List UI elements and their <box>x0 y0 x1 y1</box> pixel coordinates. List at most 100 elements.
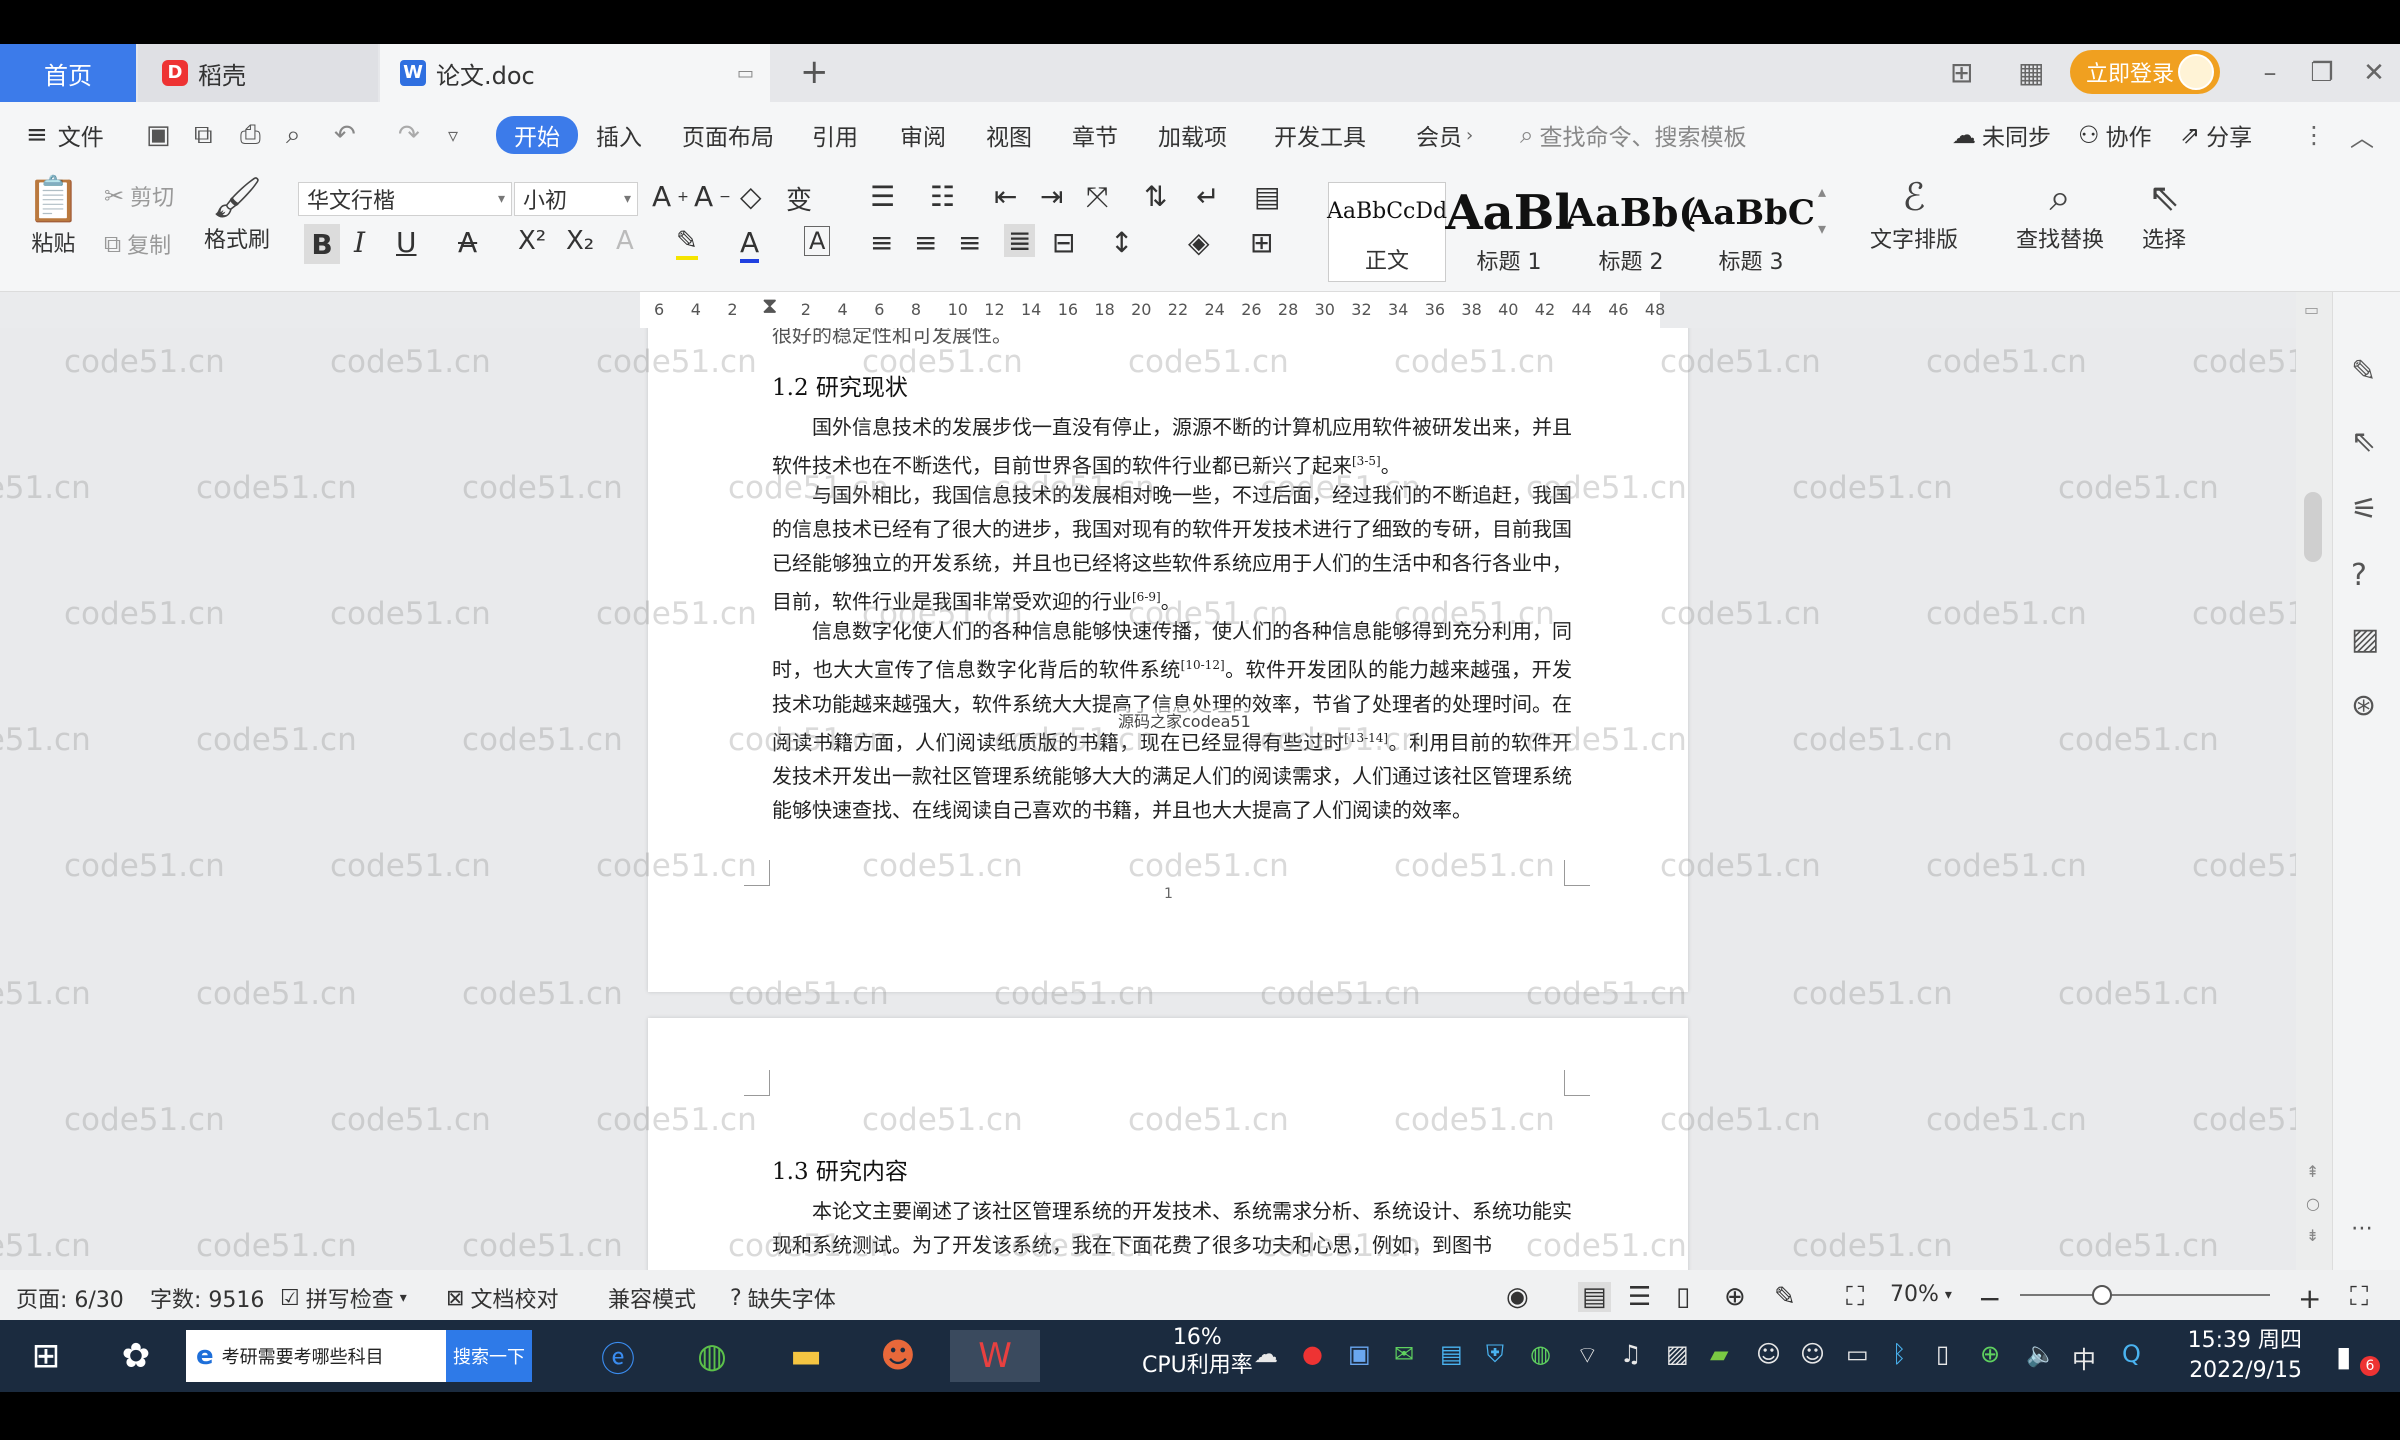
style-heading-3[interactable]: AaBbC 标题 3 <box>1687 182 1815 282</box>
scroll-thumb[interactable] <box>2304 492 2322 562</box>
wifi-icon[interactable]: ⌔ <box>1576 1340 1599 1370</box>
align-center-icon[interactable]: ≡ <box>914 226 937 259</box>
write-view-icon[interactable]: ✎ <box>1774 1282 1796 1312</box>
align-left-icon[interactable]: ≡ <box>870 226 893 259</box>
more-options-icon[interactable]: ⋮ <box>2302 116 2326 154</box>
style-heading-1[interactable]: AaBl 标题 1 <box>1445 182 1572 282</box>
bell-icon[interactable]: ♫ <box>1620 1340 1642 1368</box>
copy-button[interactable]: ⧉ 复制 <box>104 228 171 260</box>
menu-more-chevron-icon[interactable]: › <box>1466 116 1473 154</box>
font-size-select[interactable]: 小初 ▾ <box>514 182 638 216</box>
vertical-scrollbar[interactable]: ▭ ⇞ ○ ⇟ <box>2296 292 2332 1270</box>
shading-icon[interactable]: ◈ <box>1188 226 1210 259</box>
indent-marker-icon[interactable]: ⧗ <box>762 294 777 319</box>
highlight-icon[interactable]: ✎ <box>676 226 698 260</box>
print-preview-icon[interactable]: ⌕ <box>286 116 301 154</box>
battery-icon[interactable]: ▭ <box>1846 1340 1869 1368</box>
tab-daoke[interactable]: D 稻壳 <box>138 44 378 102</box>
share-button[interactable]: ⇗ 分享 <box>2180 116 2252 154</box>
taskbar-search-box[interactable]: e 考研需要考哪些科目 <box>186 1330 446 1382</box>
clear-format-icon[interactable]: ◇ <box>740 180 762 213</box>
styles-scroll[interactable]: ▴ ▾ <box>1818 182 1826 238</box>
menu-start[interactable]: 开始 <box>496 116 578 154</box>
taskbar-search-button[interactable]: 搜索一下 <box>446 1330 532 1382</box>
tab-home[interactable]: 首页 <box>0 44 136 102</box>
menu-file[interactable]: ≡ 文件 <box>26 116 104 154</box>
collapse-ribbon-icon[interactable]: ︿ <box>2350 116 2374 154</box>
quick-save-icon[interactable]: ▣ <box>146 116 171 154</box>
font-color-icon[interactable]: A <box>740 226 760 263</box>
font-grow-icon[interactable]: A + <box>652 180 689 213</box>
tray-app-icon[interactable]: ◍ <box>1530 1340 1551 1368</box>
weather-icon[interactable]: ☁ <box>1254 1340 1278 1368</box>
chinese-layout-icon[interactable]: ⤧ <box>1086 180 1108 214</box>
usb-icon[interactable]: ▯ <box>1936 1340 1949 1368</box>
text-effect-button[interactable]: A <box>616 226 634 256</box>
strikethrough-button[interactable]: A <box>458 226 477 259</box>
file-explorer-icon[interactable]: ▬ <box>780 1330 832 1382</box>
wps-taskbar-icon[interactable]: W <box>950 1330 1040 1382</box>
sync-status[interactable]: ☁ 未同步 <box>1952 116 2051 154</box>
tab-document[interactable]: W 论文.doc ▭ <box>380 44 770 102</box>
zoom-slider-thumb[interactable] <box>2092 1285 2112 1305</box>
eye-protection-icon[interactable]: ◉ <box>1506 1282 1529 1312</box>
pinwheel-app-icon[interactable]: ✿ <box>110 1330 162 1382</box>
customize-quick-access-icon[interactable]: ▿ <box>448 116 458 154</box>
restore-button[interactable]: ❐ <box>2296 44 2348 102</box>
proofread-button[interactable]: ⊠ 文档校对 <box>446 1282 558 1314</box>
compass-icon[interactable]: ⊛ <box>2351 688 2376 723</box>
style-heading-2[interactable]: AaBb( 标题 2 <box>1566 182 1697 282</box>
table-tools-icon[interactable]: ▤ <box>1254 180 1280 213</box>
clock[interactable]: 15:39 周四 2022/9/15 <box>2184 1326 2302 1386</box>
menu-references[interactable]: 引用 <box>812 116 858 154</box>
adjust-icon[interactable]: ⚟ <box>2351 492 2378 527</box>
shield-icon[interactable]: ⛨ <box>1486 1340 1504 1368</box>
tray-app-icon[interactable]: ▤ <box>1440 1340 1463 1368</box>
print-icon[interactable]: ⎙ <box>240 116 261 154</box>
pinyin-guide-icon[interactable]: 变 <box>786 180 812 217</box>
word-count[interactable]: 字数: 9516 <box>150 1282 264 1314</box>
select-button[interactable]: ⇖ 选择 <box>2142 178 2186 254</box>
font-name-select[interactable]: 华文行楷 ▾ <box>298 182 512 216</box>
collaborate-button[interactable]: ⚇ 协作 <box>2078 116 2152 154</box>
borders-icon[interactable]: ⊞ <box>1250 226 1273 259</box>
windows-start-icon[interactable]: ⊞ <box>20 1330 72 1382</box>
paste-button[interactable]: 📋 粘贴 <box>26 178 81 258</box>
tray-app-icon[interactable]: ▨ <box>1666 1340 1689 1368</box>
menu-member[interactable]: 会员 <box>1416 116 1462 154</box>
subscript-button[interactable]: X₂ <box>566 226 594 256</box>
image-edit-icon[interactable]: ▨ <box>2351 622 2379 657</box>
underline-button[interactable]: U <box>396 226 417 259</box>
qq-icon[interactable]: ☺ <box>1756 1340 1781 1368</box>
tab-pin-icon[interactable]: ▭ <box>737 63 754 84</box>
line-spacing-icon[interactable]: ↕ <box>1110 226 1133 259</box>
page-view-icon[interactable]: ▤ <box>1578 1282 1611 1312</box>
outline-view-icon[interactable]: ☰ <box>1628 1282 1651 1312</box>
command-search[interactable]: ⌕ 查找命令、搜索模板 <box>1520 116 1746 154</box>
fit-page-icon[interactable]: ⛶ <box>1846 1282 1864 1313</box>
distribute-icon[interactable]: ⊟ <box>1052 226 1075 259</box>
game-app-icon[interactable]: ☻ <box>872 1330 924 1382</box>
qq-icon[interactable]: ☺ <box>1800 1340 1825 1368</box>
tray-app-icon[interactable]: ⊕ <box>1980 1340 2000 1368</box>
undo-icon[interactable]: ↶ <box>334 116 356 154</box>
zoom-slider[interactable] <box>2020 1294 2270 1296</box>
search-tray-icon[interactable]: Q <box>2122 1340 2141 1368</box>
wechat-icon[interactable]: ✉ <box>1394 1340 1414 1368</box>
scroll-top-icon[interactable]: ▭ <box>2304 300 2319 319</box>
read-view-icon[interactable]: ▯ <box>1676 1282 1690 1312</box>
layout-icon[interactable]: ⊞ <box>1950 56 1973 89</box>
justify-icon[interactable]: ≣ <box>1004 224 1036 257</box>
font-shrink-icon[interactable]: A − <box>694 180 731 213</box>
format-painter-button[interactable]: 🖌 格式刷 <box>204 178 270 254</box>
ime-indicator[interactable]: 中 <box>2072 1340 2096 1375</box>
bullet-list-icon[interactable]: ☰ <box>870 180 895 213</box>
missing-font-button[interactable]: ? 缺失字体 <box>730 1282 836 1314</box>
360-browser-icon[interactable]: ◍ <box>686 1330 738 1382</box>
tray-app-icon[interactable]: ● <box>1302 1340 1323 1368</box>
volume-icon[interactable]: 🔈 <box>2026 1340 2056 1368</box>
italic-button[interactable]: I <box>354 226 365 259</box>
minimize-button[interactable]: – <box>2244 44 2296 102</box>
help-icon[interactable]: ? <box>2351 558 2367 593</box>
menu-developer[interactable]: 开发工具 <box>1274 116 1366 154</box>
